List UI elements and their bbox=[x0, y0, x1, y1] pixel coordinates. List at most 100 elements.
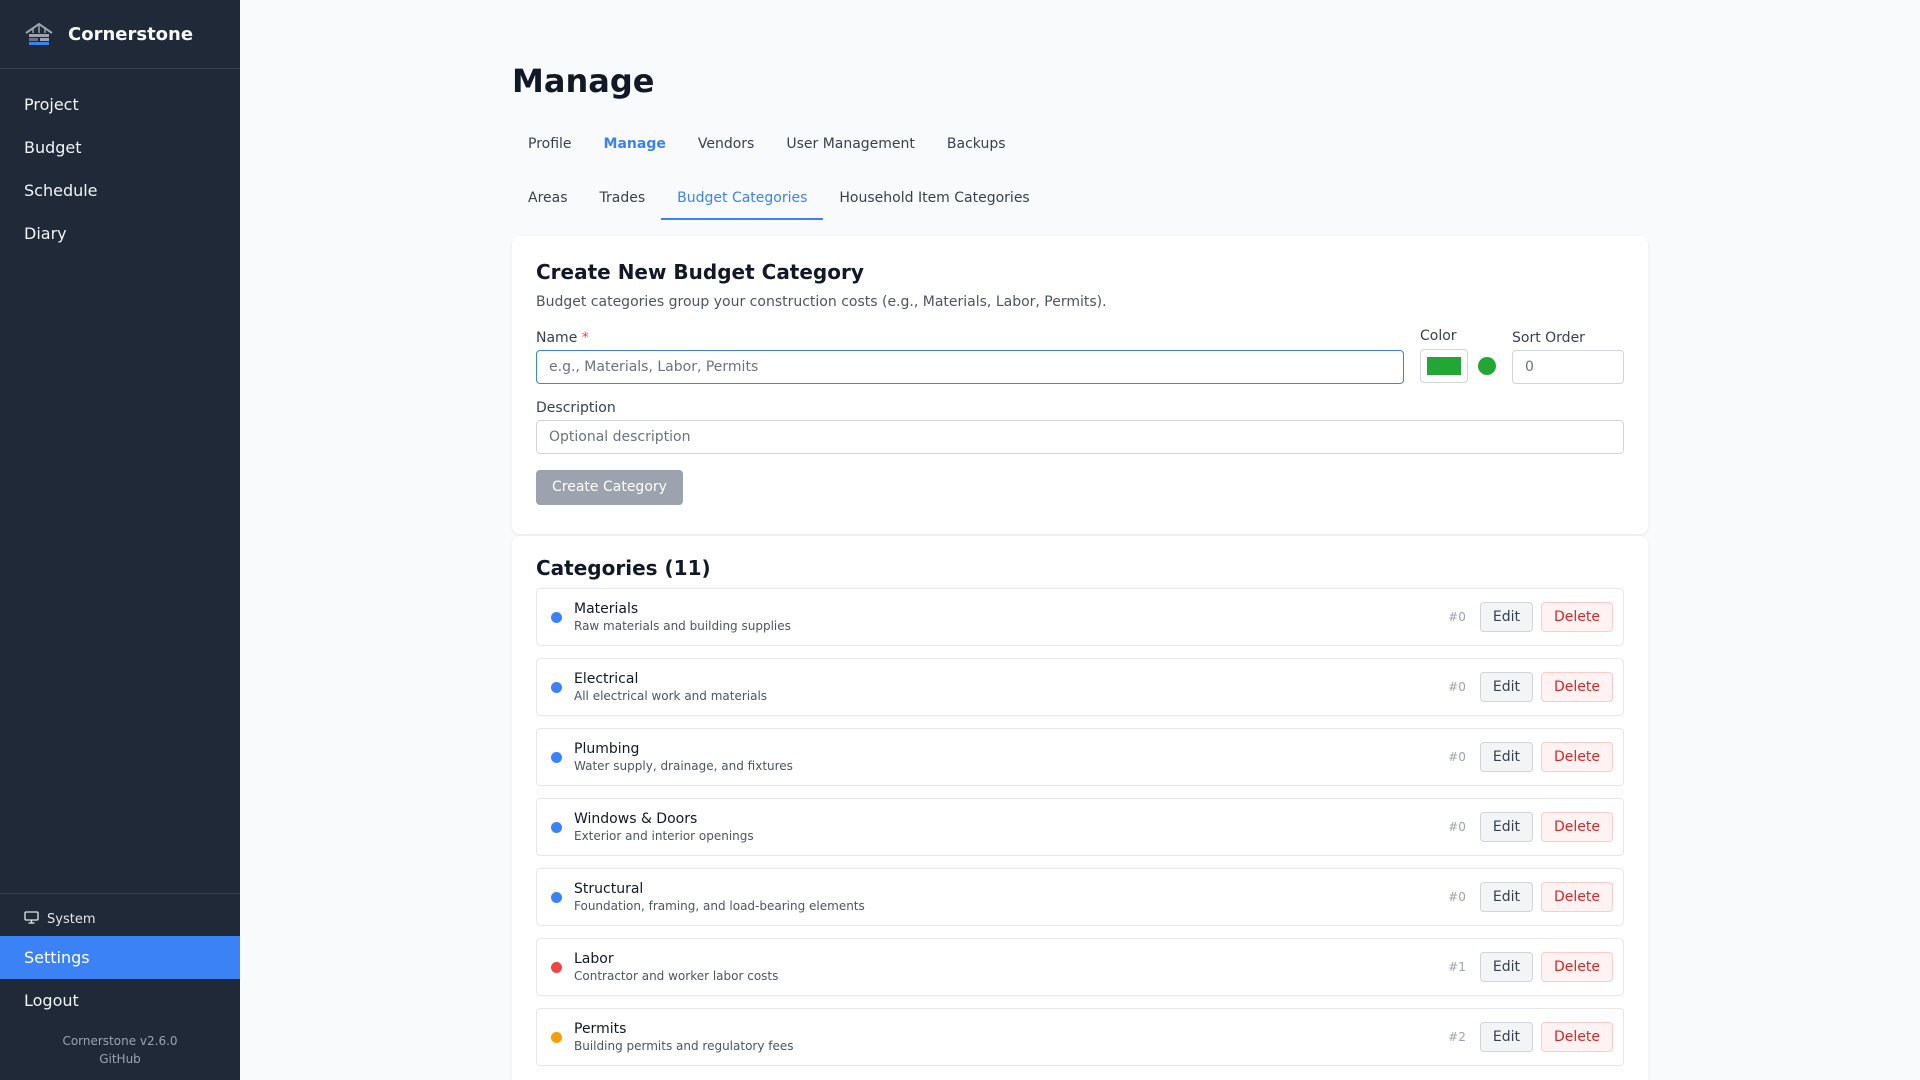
category-text: Labor Contractor and worker labor costs bbox=[574, 951, 1448, 983]
category-color-dot bbox=[551, 611, 562, 623]
categories-title: Categories (11) bbox=[536, 556, 711, 580]
name-input-placeholder: e.g., Materials, Labor, Permits bbox=[549, 359, 759, 375]
color-label: Color bbox=[1420, 328, 1457, 344]
category-name: Windows & Doors bbox=[574, 811, 698, 827]
edit-button[interactable]: Edit bbox=[1479, 672, 1533, 702]
theme-toggle-label: System bbox=[47, 911, 96, 927]
github-link[interactable]: GitHub bbox=[0, 1050, 240, 1068]
logout-button[interactable]: Logout bbox=[0, 979, 240, 1022]
nav-item-settings[interactable]: Settings bbox=[0, 936, 240, 979]
category-name: Plumbing bbox=[574, 741, 640, 757]
description-input[interactable]: Optional description bbox=[536, 420, 1624, 454]
color-field: Color bbox=[1420, 328, 1500, 383]
description-label: Description bbox=[536, 400, 616, 416]
nav-item-budget[interactable]: Budget bbox=[0, 126, 240, 169]
description-field: Description Optional description bbox=[536, 400, 1624, 454]
category-description: Foundation, framing, and load-bearing el… bbox=[574, 899, 865, 913]
theme-toggle[interactable]: System bbox=[0, 894, 240, 936]
required-mark: * bbox=[581, 330, 589, 346]
create-category-card: Create New Budget Category Budget catego… bbox=[512, 236, 1648, 534]
delete-button[interactable]: Delete bbox=[1541, 952, 1613, 982]
category-sort-order: #0 bbox=[1448, 610, 1466, 624]
tab-backups[interactable]: Backups bbox=[931, 128, 1022, 160]
category-sort-order: #0 bbox=[1448, 750, 1466, 764]
category-name: Labor bbox=[574, 951, 614, 967]
manage-subtabs: Areas Trades Budget Categories Household… bbox=[512, 182, 1046, 220]
category-name: Materials bbox=[574, 601, 639, 617]
edit-button[interactable]: Edit bbox=[1479, 602, 1533, 632]
edit-button[interactable]: Edit bbox=[1479, 1022, 1533, 1052]
delete-button[interactable]: Delete bbox=[1541, 882, 1613, 912]
category-sort-order: #2 bbox=[1448, 1030, 1466, 1044]
tab-vendors[interactable]: Vendors bbox=[682, 128, 770, 160]
brand[interactable]: Cornerstone bbox=[0, 0, 240, 69]
subtab-areas[interactable]: Areas bbox=[512, 182, 584, 220]
edit-button[interactable]: Edit bbox=[1479, 882, 1533, 912]
tab-manage[interactable]: Manage bbox=[588, 128, 682, 160]
category-name: Electrical bbox=[574, 671, 639, 687]
category-sort-order: #0 bbox=[1448, 820, 1466, 834]
sort-order-label: Sort Order bbox=[1512, 330, 1585, 346]
category-description: Raw materials and building supplies bbox=[574, 619, 791, 633]
category-color-dot bbox=[551, 751, 562, 763]
category-name: Structural bbox=[574, 881, 644, 897]
category-description: Contractor and worker labor costs bbox=[574, 969, 779, 983]
edit-button[interactable]: Edit bbox=[1479, 812, 1533, 842]
category-row: Windows & Doors Exterior and interior ope… bbox=[536, 798, 1624, 856]
category-sort-order: #0 bbox=[1448, 680, 1466, 694]
color-picker-fill bbox=[1427, 357, 1461, 375]
category-text: Materials Raw materials and building supp… bbox=[574, 601, 1448, 633]
category-row: Materials Raw materials and building supp… bbox=[536, 588, 1624, 646]
categories-card: Categories (11) Materials Raw materials a… bbox=[512, 536, 1648, 1080]
sidebar: Cornerstone Project Budget Schedule Diar… bbox=[0, 0, 240, 1080]
category-color-dot bbox=[551, 891, 562, 903]
category-description: Exterior and interior openings bbox=[574, 829, 754, 843]
page-title: Manage bbox=[512, 62, 655, 100]
edit-button[interactable]: Edit bbox=[1479, 952, 1533, 982]
tab-user-management[interactable]: User Management bbox=[770, 128, 931, 160]
category-sort-order: #0 bbox=[1448, 890, 1466, 904]
subtab-budget-categories[interactable]: Budget Categories bbox=[661, 182, 824, 220]
name-field: Name * e.g., Materials, Labor, Permits bbox=[536, 330, 1404, 384]
delete-button[interactable]: Delete bbox=[1541, 602, 1613, 632]
category-text: Permits Building permits and regulatory f… bbox=[574, 1021, 1448, 1053]
create-category-button[interactable]: Create Category bbox=[536, 470, 683, 505]
delete-button[interactable]: Delete bbox=[1541, 672, 1613, 702]
sidebar-bottom: System Settings Logout Cornerstone v2.6.… bbox=[0, 893, 240, 1080]
main-content: Manage Profile Manage Vendors User Manag… bbox=[240, 0, 1920, 1080]
category-text: Windows & Doors Exterior and interior ope… bbox=[574, 811, 1448, 843]
subtab-trades[interactable]: Trades bbox=[584, 182, 662, 220]
subtab-household-item-categories[interactable]: Household Item Categories bbox=[823, 182, 1045, 220]
sort-order-field: Sort Order 0 bbox=[1512, 330, 1624, 384]
category-row: Structural Foundation, framing, and load-… bbox=[536, 868, 1624, 926]
brand-name: Cornerstone bbox=[68, 23, 194, 45]
name-input[interactable]: e.g., Materials, Labor, Permits bbox=[536, 350, 1404, 384]
edit-button[interactable]: Edit bbox=[1479, 742, 1533, 772]
delete-button[interactable]: Delete bbox=[1541, 812, 1613, 842]
nav-item-project[interactable]: Project bbox=[0, 83, 240, 126]
category-color-dot bbox=[551, 821, 562, 833]
category-description: All electrical work and materials bbox=[574, 689, 768, 703]
version-info: Cornerstone v2.6.0 GitHub bbox=[0, 1022, 240, 1080]
version-text: Cornerstone v2.6.0 bbox=[62, 1034, 178, 1048]
sort-order-input[interactable]: 0 bbox=[1512, 350, 1624, 384]
category-color-dot bbox=[551, 961, 562, 973]
name-label: Name * bbox=[536, 330, 589, 346]
color-picker[interactable] bbox=[1420, 349, 1468, 383]
sort-order-value: 0 bbox=[1525, 359, 1534, 375]
nav-item-schedule[interactable]: Schedule bbox=[0, 169, 240, 212]
color-picker-row bbox=[1420, 349, 1500, 383]
category-text: Electrical All electrical work and materi… bbox=[574, 671, 1448, 703]
create-category-title: Create New Budget Category bbox=[536, 260, 864, 284]
color-preview-dot bbox=[1478, 357, 1496, 375]
main-nav: Project Budget Schedule Diary bbox=[0, 69, 240, 255]
create-category-description: Budget categories group your constructio… bbox=[536, 294, 1107, 310]
settings-tabs: Profile Manage Vendors User Management B… bbox=[512, 128, 1022, 160]
tab-profile[interactable]: Profile bbox=[512, 128, 588, 160]
category-row: Permits Building permits and regulatory f… bbox=[536, 1008, 1624, 1066]
category-description: Building permits and regulatory fees bbox=[574, 1039, 794, 1053]
delete-button[interactable]: Delete bbox=[1541, 1022, 1613, 1052]
nav-item-diary[interactable]: Diary bbox=[0, 212, 240, 255]
description-input-placeholder: Optional description bbox=[549, 429, 691, 445]
delete-button[interactable]: Delete bbox=[1541, 742, 1613, 772]
